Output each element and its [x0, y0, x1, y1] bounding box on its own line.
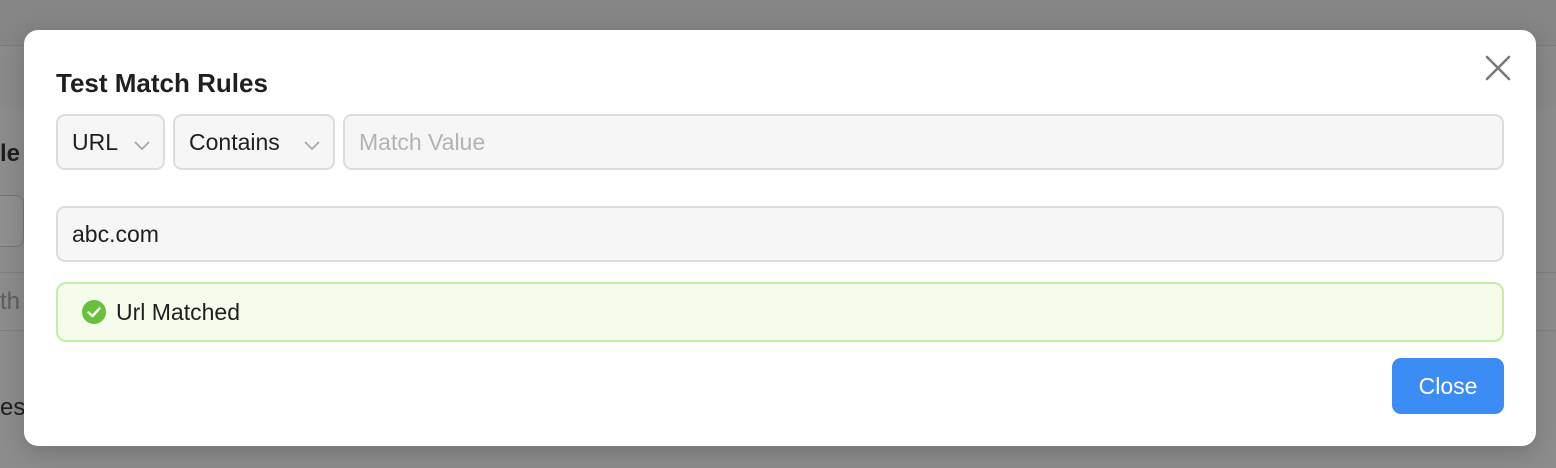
rule-row: URL Contains Match Value — [56, 114, 1504, 170]
match-result-alert: Url Matched — [56, 282, 1504, 342]
close-icon[interactable] — [1482, 52, 1514, 84]
background-select — [0, 195, 24, 247]
test-url-value: abc.com — [72, 220, 159, 247]
field-select-value: URL — [72, 128, 119, 155]
chevron-down-icon — [303, 133, 321, 151]
match-value-input[interactable]: Match Value — [343, 114, 1504, 170]
operator-select[interactable]: Contains — [173, 114, 335, 170]
background-title-fragment: le — [0, 140, 21, 167]
dialog-title: Test Match Rules — [56, 68, 268, 98]
match-value-placeholder: Match Value — [359, 128, 486, 155]
test-url-input[interactable]: abc.com — [56, 206, 1504, 262]
background-text-fragment: th — [0, 288, 21, 315]
test-match-rules-dialog: Test Match Rules URL Contains Match Valu… — [24, 30, 1536, 446]
operator-select-value: Contains — [189, 128, 280, 155]
match-result-text: Url Matched — [116, 298, 240, 325]
check-circle-icon — [82, 300, 106, 324]
close-button[interactable]: Close — [1392, 358, 1504, 414]
chevron-down-icon — [133, 133, 151, 151]
field-select[interactable]: URL — [56, 114, 165, 170]
